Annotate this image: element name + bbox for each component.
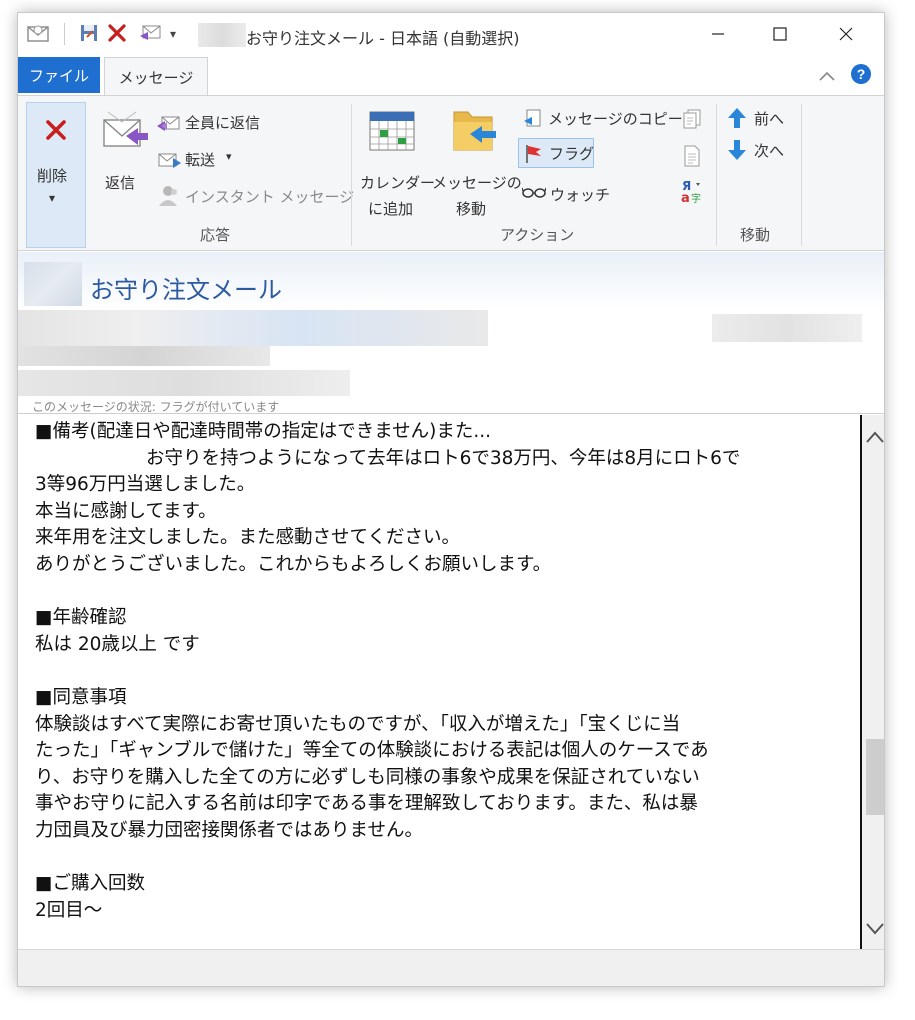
calendar-label-line2: に追加 bbox=[368, 200, 414, 218]
copy-message-label: メッセージのコピー bbox=[548, 110, 683, 128]
flag-button[interactable]: フラグ bbox=[518, 138, 594, 168]
down-arrow-icon bbox=[726, 138, 748, 166]
maximize-button[interactable] bbox=[748, 13, 812, 55]
body-line bbox=[35, 845, 855, 872]
body-text: ■備考(配達日や配達時間帯の指定はできません)また... お守りを持つようになっ… bbox=[35, 419, 855, 924]
svg-text:a: a bbox=[681, 191, 690, 204]
scroll-up-icon[interactable] bbox=[865, 429, 884, 448]
previous-label: 前へ bbox=[754, 110, 785, 128]
delete-icon[interactable] bbox=[106, 22, 130, 46]
collapse-ribbon-icon[interactable] bbox=[818, 67, 836, 86]
forward-icon bbox=[156, 149, 182, 175]
group-separator bbox=[801, 104, 802, 246]
page-copy-icon[interactable] bbox=[682, 108, 702, 134]
delete-button[interactable]: 削除 ▾ bbox=[26, 102, 86, 248]
reply-icon bbox=[98, 106, 150, 158]
body-line: 3等96万円当選しました。 bbox=[35, 474, 256, 496]
instant-message-label: インスタント メッセージ bbox=[185, 188, 355, 206]
ribbon: 削除 ▾ 返信 全員に返信 転送 ▾ インスタント メッセージ 応答 カレンダー… bbox=[18, 95, 884, 251]
message-subject: お守り注文メール bbox=[90, 276, 282, 304]
flag-label: フラグ bbox=[549, 145, 595, 163]
body-line bbox=[35, 658, 855, 685]
group-separator bbox=[716, 104, 717, 246]
message-body[interactable]: ■備考(配達日や配達時間帯の指定はできません)また... お守りを持つようになっ… bbox=[18, 415, 860, 949]
reply-all-icon[interactable] bbox=[138, 22, 162, 46]
group-action-label: アクション bbox=[500, 226, 575, 244]
svg-text:?: ? bbox=[857, 66, 866, 82]
redacted-sender-name bbox=[198, 23, 246, 47]
body-line: り、お守りを購入した全ての方に必ずしも同様の事象や成果を保証されていない bbox=[35, 766, 700, 788]
ribbon-controls: ? bbox=[818, 63, 872, 89]
title-bar: ▾ お守り注文メール - 日本語 (自動選択) bbox=[18, 13, 884, 55]
group-respond-label: 応答 bbox=[200, 226, 231, 244]
reply-all-small-icon bbox=[156, 112, 182, 138]
next-label: 次へ bbox=[754, 142, 785, 160]
info-bar-text: このメッセージの状況: フラグが付いています bbox=[32, 400, 280, 412]
calendar-label-line1: カレンダー bbox=[360, 174, 436, 192]
glasses-icon bbox=[521, 184, 547, 204]
body-line: ■年齢確認 bbox=[35, 607, 127, 629]
group-move-label: 移動 bbox=[740, 226, 771, 244]
customize-toolbar-icon[interactable]: ▾ bbox=[170, 27, 176, 41]
body-line: 2回目～ bbox=[35, 899, 103, 921]
move-label-line1: メッセージの bbox=[432, 174, 522, 192]
body-line: ■ご購入回数 bbox=[35, 873, 145, 895]
save-icon[interactable] bbox=[78, 22, 102, 46]
redacted-sender-details bbox=[18, 310, 488, 346]
redacted-sender-avatar bbox=[24, 262, 82, 306]
redacted-recipient bbox=[18, 346, 270, 366]
help-icon[interactable]: ? bbox=[850, 63, 872, 89]
red-flag-icon bbox=[523, 143, 545, 169]
mail-app-icon bbox=[26, 22, 50, 46]
forward-label: 転送 bbox=[185, 151, 216, 169]
vertical-scrollbar[interactable] bbox=[860, 415, 884, 949]
window-title: お守り注文メール - 日本語 (自動選択) bbox=[246, 29, 520, 48]
body-line: 事やお守りに記入する名前は印字である事を理解致しております。また、私は暴 bbox=[35, 793, 698, 815]
body-line: ありがとうございました。これからもよろしくお願いします。 bbox=[35, 553, 552, 575]
document-icon[interactable] bbox=[682, 144, 702, 172]
redacted-cc bbox=[18, 370, 350, 396]
delete-label: 削除 bbox=[37, 167, 68, 185]
mail-window: ▾ お守り注文メール - 日本語 (自動選択) ファイル メッセージ ? 削除 … bbox=[17, 12, 885, 987]
group-separator bbox=[351, 104, 352, 246]
scroll-down-icon[interactable] bbox=[865, 921, 884, 940]
body-line: 本当に感謝してます。 bbox=[35, 500, 217, 522]
reply-label: 返信 bbox=[105, 174, 136, 192]
body-line: 体験談はすべて実際にお寄せ頂いたものですが、「収入が増えた」「宝くじに当 bbox=[35, 713, 681, 735]
move-label-line2: 移動 bbox=[456, 200, 487, 218]
translate-icon[interactable]: Яa字 bbox=[679, 178, 705, 208]
redacted-date bbox=[712, 314, 862, 342]
body-line: 力団員及び暴力団密接関係者ではありません。 bbox=[35, 819, 423, 841]
body-line: 私は 20歳以上 です bbox=[35, 633, 200, 655]
svg-text:字: 字 bbox=[691, 192, 701, 204]
tab-file[interactable]: ファイル bbox=[18, 57, 100, 93]
delete-x-icon bbox=[41, 115, 71, 149]
up-arrow-icon bbox=[726, 106, 748, 134]
body-line bbox=[35, 579, 855, 606]
copy-message-icon bbox=[522, 108, 544, 134]
person-icon bbox=[156, 184, 180, 212]
tab-message[interactable]: メッセージ bbox=[104, 57, 208, 96]
body-line: お守りを持つようになって去年はロト6で38万円、今年は8月にロト6で bbox=[35, 447, 741, 469]
folder-move-icon bbox=[450, 104, 498, 158]
delete-dropdown-arrow[interactable]: ▾ bbox=[49, 191, 55, 205]
reply-all-label: 全員に返信 bbox=[185, 114, 261, 132]
body-line: たった」「ギャンブルで儲けた」等全ての体験談における表記は個人のケースであ bbox=[35, 740, 709, 762]
toolbar-divider bbox=[64, 23, 65, 45]
minimize-button[interactable] bbox=[686, 13, 750, 55]
scrollbar-thumb[interactable] bbox=[866, 739, 884, 815]
body-line: 来年用を注文しました。また感動させてください。 bbox=[35, 527, 460, 549]
body-line: ■同意事項 bbox=[35, 686, 127, 708]
message-header: お守り注文メール このメッセージの状況: フラグが付いています bbox=[18, 252, 884, 414]
calendar-icon bbox=[368, 110, 416, 156]
watch-label: ウォッチ bbox=[550, 186, 611, 204]
forward-dropdown-arrow[interactable]: ▾ bbox=[226, 150, 232, 163]
status-bar bbox=[18, 949, 884, 986]
ribbon-tabs: ファイル メッセージ ? bbox=[18, 57, 884, 96]
close-button[interactable] bbox=[814, 13, 878, 55]
body-line: ■備考(配達日や配達時間帯の指定はできません)また... bbox=[35, 421, 492, 442]
